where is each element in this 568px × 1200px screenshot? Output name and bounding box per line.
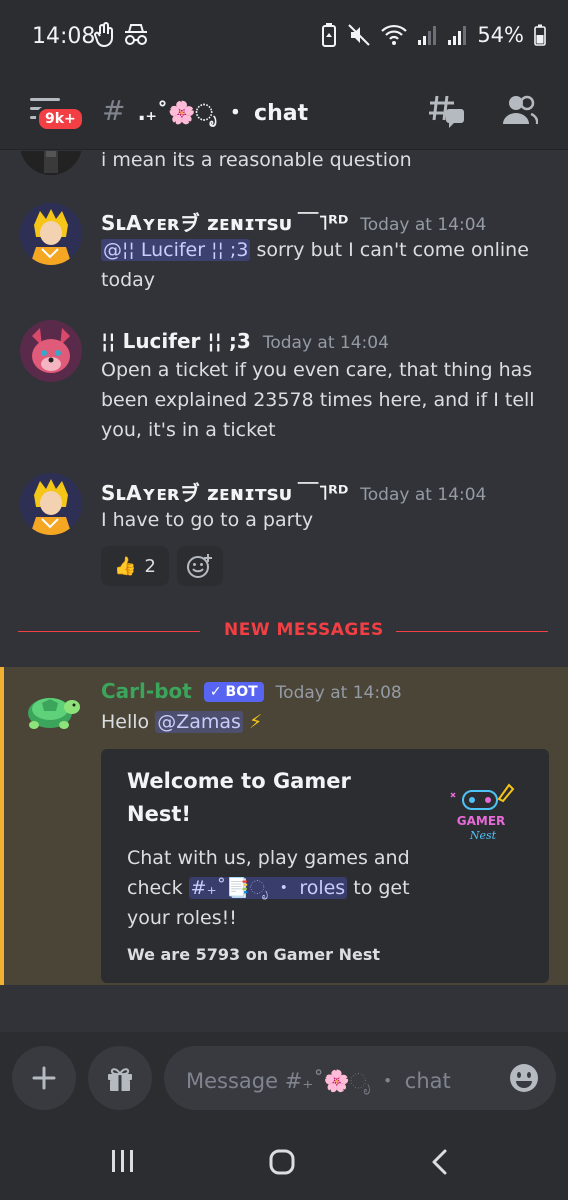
new-messages-divider: NEW MESSAGES <box>18 620 548 640</box>
bot-tag: ✓ BOT <box>203 682 264 702</box>
pikachu-emoji: ⚡ <box>248 711 263 733</box>
user-mention[interactable]: @Zamas <box>155 711 243 733</box>
status-right-icons: 54% <box>321 22 546 48</box>
add-reaction-button[interactable] <box>177 546 223 586</box>
recent-apps-button[interactable] <box>110 1148 136 1178</box>
mute-icon <box>348 24 371 46</box>
avatar[interactable] <box>20 473 82 535</box>
status-time: 14:08 <box>32 24 96 49</box>
message-header: Carl-bot ✓ BOT Today at 14:08 <box>101 679 402 704</box>
thumbs-up-icon: 👍 <box>114 555 137 577</box>
author-name[interactable]: SʟAʏᴇʀヺ ᴢᴇɴɪᴛsᴜ ￣˥ᴿᴰ <box>101 207 348 236</box>
battery-saver-icon <box>322 23 337 47</box>
home-button[interactable] <box>268 1148 296 1180</box>
recent-apps-icon <box>112 1150 133 1172</box>
embed-description: Chat with us, play games and check #₊˚📑ೃ… <box>127 847 410 929</box>
plus-icon <box>32 1066 56 1090</box>
gift-icon <box>108 1068 132 1091</box>
message-composer: Message #₊˚🌸ೃ ・ chat <box>0 1032 568 1128</box>
threads-button[interactable] <box>428 92 466 134</box>
message-text: i mean its a reasonable question <box>101 151 412 171</box>
message-text: Hello @Zamas ⚡ <box>101 707 541 737</box>
new-messages-label: NEW MESSAGES <box>212 620 396 640</box>
hand-icon <box>94 22 113 48</box>
status-bar: 14:08 54% <box>0 0 568 76</box>
message-header: SʟAʏᴇʀヺ ᴢᴇɴɪᴛsᴜ ￣˥ᴿᴰ Today at 14:04 <box>101 207 486 236</box>
timestamp: Today at 14:04 <box>360 485 487 505</box>
status-left-icons <box>94 22 150 48</box>
avatar[interactable] <box>20 320 82 382</box>
user-mention[interactable]: @¦¦ Lucifer ¦¦ ;3 <box>101 239 251 261</box>
message-list[interactable]: i mean its a reasonable question SʟAʏᴇʀヺ… <box>0 151 568 1031</box>
wifi-icon <box>381 24 408 45</box>
channel-header: 9k+ # ․₊˚🌸ೃ ・ chat <box>0 76 568 150</box>
message-header: ¦¦ Lucifer ¦¦ ;3 Today at 14:04 <box>101 329 389 353</box>
notification-badge: 9k+ <box>36 106 85 132</box>
system-nav-bar <box>0 1128 568 1200</box>
add-reaction-icon <box>187 554 212 578</box>
timestamp: Today at 14:08 <box>275 683 402 703</box>
emoji-icon <box>510 1064 538 1092</box>
message-item[interactable]: SʟAʏᴇʀヺ ᴢᴇɴɪᴛsᴜ ￣˥ᴿᴰ Today at 14:04 @¦¦ … <box>0 199 568 309</box>
emoji-button[interactable] <box>508 1062 540 1098</box>
battery-percent: 54% <box>477 23 524 47</box>
gamer-nest-logo: GAMER Nest <box>441 777 527 847</box>
author-name[interactable]: ¦¦ Lucifer ¦¦ ;3 <box>101 329 251 353</box>
gamer-nest-logo-icon: GAMER Nest <box>450 783 515 842</box>
battery-icon <box>534 24 546 46</box>
avatar-zenitsu <box>20 473 82 535</box>
reaction-count: 2 <box>144 555 156 577</box>
embed-footer: We are 5793 on Gamer Nest <box>127 945 380 964</box>
message-item[interactable]: i mean its a reasonable question <box>0 151 568 181</box>
timestamp: Today at 14:04 <box>262 333 389 353</box>
svg-text:GAMER: GAMER <box>457 814 506 828</box>
members-icon <box>503 95 539 125</box>
signal-icon <box>418 26 437 45</box>
back-button[interactable] <box>430 1148 450 1180</box>
home-icon <box>269 1149 295 1175</box>
members-button[interactable] <box>502 94 539 130</box>
avatar-fox <box>20 320 82 382</box>
verified-check-icon: ✓ <box>209 684 222 700</box>
attach-button[interactable] <box>12 1046 76 1110</box>
welcome-embed: Welcome to Gamer Nest! Chat with us, pla… <box>101 749 549 983</box>
avatar-dark-figure <box>20 151 82 175</box>
author-name[interactable]: Carl-bot <box>101 679 192 703</box>
channel-mention[interactable]: #₊˚📑ೃ ・ roles <box>188 877 348 899</box>
incognito-icon <box>125 24 147 45</box>
message-text: I have to go to a party <box>101 509 314 531</box>
turtle-icon <box>28 698 80 729</box>
gift-button[interactable] <box>88 1046 152 1110</box>
signal-2-icon <box>448 26 467 45</box>
message-input-placeholder: Message #₊˚🌸ೃ ・ chat <box>186 1069 451 1093</box>
message-item[interactable]: ¦¦ Lucifer ¦¦ ;3 Today at 14:04 Open a t… <box>0 320 568 451</box>
timestamp: Today at 14:04 <box>360 215 487 235</box>
embed-title: Welcome to Gamer Nest! <box>127 769 351 826</box>
message-text: @¦¦ Lucifer ¦¦ ;3 sorry but I can't come… <box>101 235 541 295</box>
greeting: Hello <box>101 711 156 733</box>
message-input[interactable]: Message #₊˚🌸ೃ ・ chat <box>164 1046 556 1110</box>
message-item[interactable]: SʟAʏᴇʀヺ ᴢᴇɴɪᴛsᴜ ￣˥ᴿᴰ Today at 14:04 I ha… <box>0 473 568 593</box>
message-header: SʟAʏᴇʀヺ ᴢᴇɴɪᴛsᴜ ￣˥ᴿᴰ Today at 14:04 <box>101 477 486 506</box>
avatar-zenitsu <box>20 203 82 265</box>
avatar-carl-bot[interactable] <box>20 679 82 741</box>
reaction-thumbs-up[interactable]: 👍 2 <box>101 546 169 586</box>
avatar[interactable] <box>20 151 82 175</box>
author-name[interactable]: SʟAʏᴇʀヺ ᴢᴇɴɪᴛsᴜ ￣˥ᴿᴰ <box>101 477 348 506</box>
channel-hash-icon: # <box>102 94 126 127</box>
avatar[interactable] <box>20 203 82 265</box>
svg-text:Nest: Nest <box>469 829 497 842</box>
message-text: Open a ticket if you even care, that thi… <box>101 359 535 441</box>
channel-title[interactable]: ․₊˚🌸ೃ ・ chat <box>138 95 308 127</box>
threads-icon <box>429 95 464 128</box>
back-icon <box>432 1149 447 1175</box>
